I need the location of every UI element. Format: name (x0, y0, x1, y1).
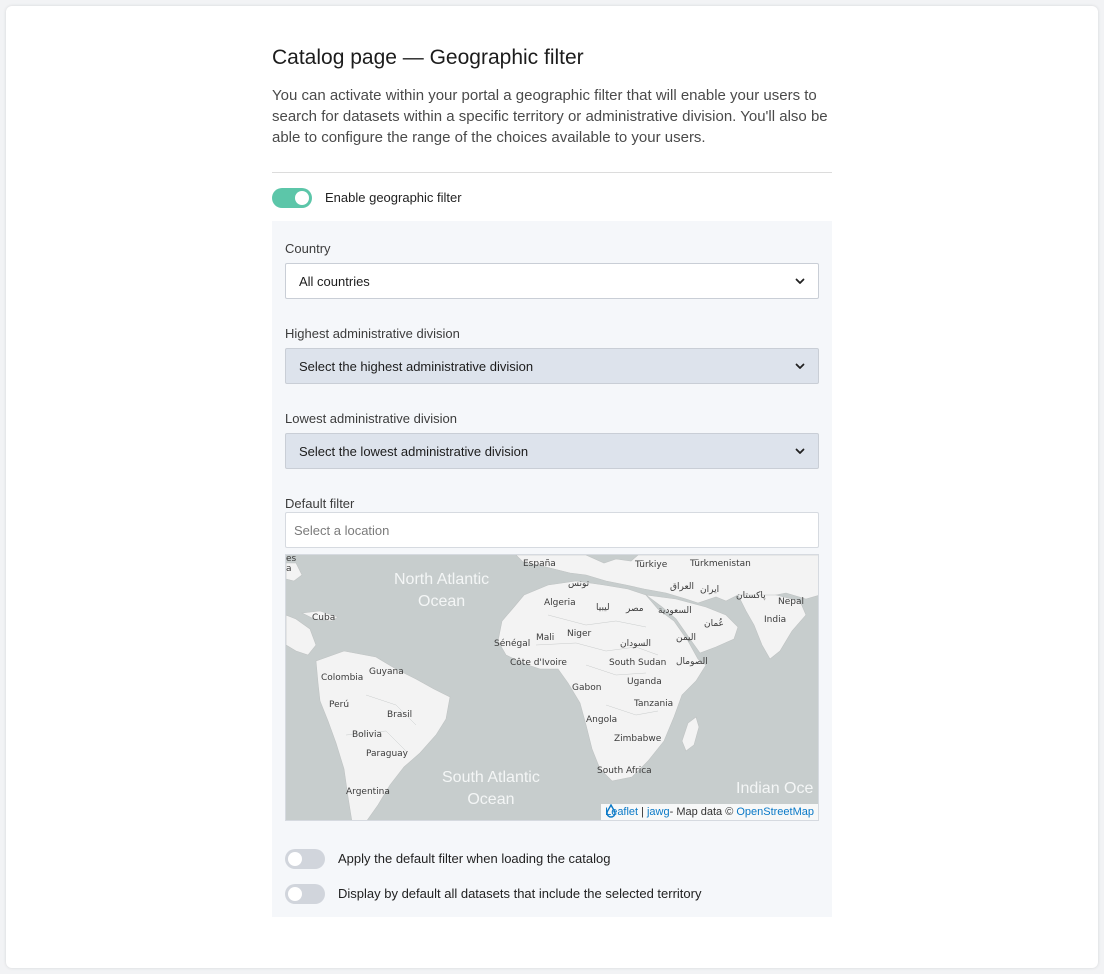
map-place-label: Zimbabwe (614, 734, 662, 744)
country-select[interactable]: All countries (285, 263, 819, 299)
enable-geo-filter-toggle[interactable] (272, 188, 312, 208)
ocean-label-line: North Atlantic (394, 571, 490, 588)
map-place-label: South Sudan (609, 658, 667, 668)
map-place-label: Algeria (544, 598, 576, 608)
page-description: You can activate within your portal a ge… (272, 87, 828, 146)
map-place-label: Angola (586, 715, 618, 725)
map-place-label: Uganda (627, 677, 662, 687)
include-territory-toggle[interactable] (285, 884, 325, 904)
map-place-label: Paraguay (366, 749, 409, 759)
map-place-label: es (286, 554, 297, 564)
map-place-label: Mali (536, 633, 555, 643)
map-place-label: Perú (329, 700, 350, 710)
map-place-label: تونس (568, 579, 590, 589)
ocean-label: South Atlantic Ocean (442, 767, 540, 811)
country-select-value: All countries (299, 273, 370, 289)
map-place-label: España (523, 559, 556, 569)
highest-division-select-value: Select the highest administrative divisi… (299, 358, 534, 374)
map-place-label: ليبيا (596, 603, 610, 613)
toggle-knob (288, 887, 302, 901)
map-data-text: - Map data © (669, 806, 734, 818)
page-title: Catalog page — Geographic filter (272, 46, 584, 69)
map-place-label: India (764, 615, 787, 625)
toggle-knob (288, 852, 302, 866)
ocean-label-line: South Atlantic (442, 769, 540, 786)
map-place-label: Cuba (312, 613, 336, 623)
map-attribution: Leaflet | jawg - Map data © OpenStreetMa… (601, 804, 818, 820)
map-place-label: South Africa (597, 766, 652, 776)
map-place-label: Tanzania (634, 699, 674, 709)
geo-filter-panel: Country All countries Highest administra… (272, 221, 832, 917)
lowest-division-select-value: Select the lowest administrative divisio… (299, 443, 529, 459)
section-divider (272, 172, 832, 173)
chevron-down-icon (795, 448, 805, 454)
map-place-label: العراق (670, 582, 695, 592)
map-place-label: Nepal (778, 597, 804, 607)
toggle-knob (295, 191, 309, 205)
apply-default-filter-label: Apply the default filter when loading th… (338, 851, 611, 866)
highest-division-label: Highest administrative division (285, 326, 460, 341)
map-place-label: Bolivia (352, 730, 383, 740)
include-territory-label: Display by default all datasets that inc… (338, 886, 702, 901)
location-map[interactable]: North Atlantic Ocean South Atlantic Ocea… (285, 554, 819, 821)
openstreetmap-link[interactable]: OpenStreetMap (736, 806, 814, 818)
map-place-label: Sénégal (494, 639, 531, 649)
map-place-label: Guyana (369, 667, 404, 677)
apply-default-filter-toggle[interactable] (285, 849, 325, 869)
map-place-label: a (286, 564, 292, 574)
settings-card: Catalog page — Geographic filter You can… (6, 6, 1098, 968)
country-label: Country (285, 241, 331, 256)
map-place-label: Türkmenistan (690, 559, 751, 569)
chevron-down-icon (795, 363, 805, 369)
jawg-logo-icon (606, 804, 616, 818)
default-filter-label: Default filter (285, 496, 355, 511)
map-place-label: السعودية (658, 606, 692, 616)
ocean-label-line: Ocean (418, 593, 466, 610)
map-place-label: Niger (567, 629, 592, 639)
ocean-label-line: Ocean (467, 791, 515, 808)
map-place-label: Türkiye (635, 560, 668, 570)
location-search-placeholder: Select a location (294, 522, 390, 538)
map-place-label: الصومال (676, 657, 708, 667)
map-place-label: ایران (700, 585, 720, 595)
map-place-label: Argentina (346, 787, 390, 797)
map-place-label: پاکستان (736, 591, 766, 601)
highest-division-select[interactable]: Select the highest administrative divisi… (285, 348, 819, 384)
jawg-link[interactable]: jawg (647, 806, 670, 818)
lowest-division-label: Lowest administrative division (285, 411, 457, 426)
map-place-label: مصر (626, 604, 644, 614)
chevron-down-icon (795, 278, 805, 284)
map-place-label: اليمن (676, 633, 697, 643)
map-place-label: Gabon (572, 683, 602, 693)
map-place-label: السودان (620, 639, 652, 649)
map-place-label: Brasil (387, 710, 413, 720)
attribution-separator: | (641, 806, 644, 818)
enable-geo-filter-label: Enable geographic filter (325, 190, 462, 205)
map-place-label: Côte d'Ivoire (510, 658, 567, 668)
ocean-label: Indian Oce (736, 780, 814, 797)
map-place-label: عُمان (704, 619, 724, 629)
ocean-label: North Atlantic Ocean (394, 569, 489, 613)
map-place-label: Colombia (321, 673, 364, 683)
location-search-input[interactable]: Select a location (285, 512, 819, 548)
lowest-division-select[interactable]: Select the lowest administrative divisio… (285, 433, 819, 469)
